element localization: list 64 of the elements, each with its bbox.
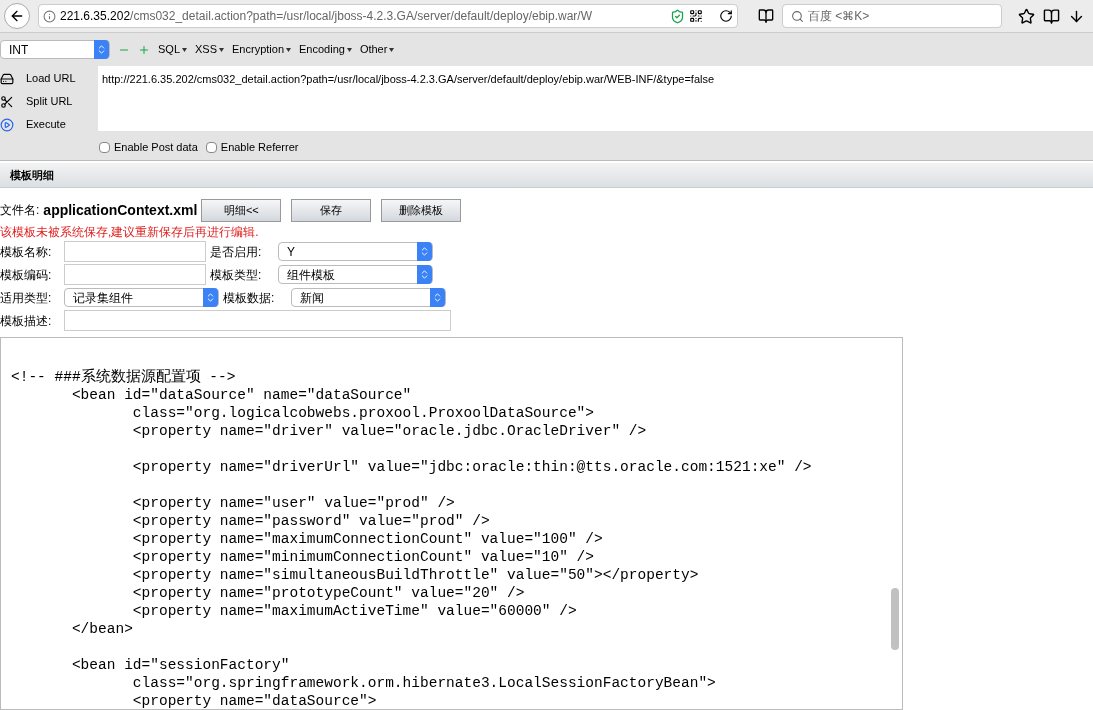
play-icon [0, 117, 14, 132]
caret-icon [182, 47, 187, 52]
plus-icon[interactable] [138, 43, 150, 56]
code-editor[interactable] [0, 337, 903, 710]
search-field[interactable]: 百度 <⌘K> [782, 4, 1002, 28]
checkbox[interactable] [205, 141, 217, 153]
checkbox-label: Enable Referrer [220, 139, 299, 155]
stepper-icon [203, 288, 218, 307]
drive-icon [0, 71, 14, 86]
field-label: 模板名称: [0, 243, 53, 261]
stepper-icon [430, 288, 445, 307]
caret-icon [286, 47, 291, 52]
field-label: 适用类型: [0, 289, 53, 307]
search-icon [791, 9, 804, 23]
select-field[interactable]: INT [0, 40, 110, 59]
select-field[interactable]: Y [278, 242, 433, 261]
scrollbar-thumb[interactable] [891, 588, 899, 650]
menu-button[interactable]: XSS [195, 41, 225, 58]
action-button[interactable]: Load URL [0, 69, 98, 88]
file-label: 文件名: [0, 202, 40, 219]
form-button[interactable]: 删除模板 [381, 198, 462, 222]
field-label: 模板编码: [0, 266, 53, 284]
reader-icon[interactable] [758, 8, 774, 24]
stepper-icon [417, 265, 432, 284]
star-icon[interactable] [1018, 7, 1035, 25]
menu-button[interactable]: Encryption [232, 41, 291, 58]
field-label: 模板类型: [210, 266, 263, 284]
menu-button[interactable]: SQL [158, 41, 187, 58]
field-label: 是否启用: [210, 243, 263, 261]
form-button[interactable]: 保存 [291, 198, 372, 222]
caret-icon [219, 47, 225, 52]
back-button[interactable] [4, 3, 30, 29]
stepper-icon [417, 242, 432, 261]
stepper-icon [94, 40, 109, 59]
url-textarea[interactable]: http://221.6.35.202/cms032_detail.action?path=/usr/local/jboss-4.2.3.GA/server/default/deploy/ebip.war/WEB-INF/&type=false [98, 66, 1093, 131]
checkbox[interactable] [99, 141, 110, 153]
action-button[interactable]: Split URL [0, 92, 98, 111]
section-header: 模板明细 [0, 163, 1093, 188]
address-bar[interactable]: 221.6.35.202/cms032_detail.action?path=/usr/local/jboss-4.2.3.GA/server/default/deploy/ebip.war/W [38, 4, 738, 28]
text-field[interactable] [64, 264, 206, 285]
action-button[interactable]: Execute [0, 115, 98, 134]
shield-icon [670, 8, 685, 24]
scissors-icon [0, 94, 14, 109]
reload-icon [719, 9, 733, 23]
field-label: 模板描述: [0, 312, 53, 330]
caret-icon [389, 47, 395, 52]
url-text: 221.6.35.202/cms032_detail.action?path=/usr/local/jboss-4.2.3.GA/server/default/deploy/ebip.war/W [60, 8, 592, 25]
info-icon [43, 9, 56, 23]
checkbox-label: Enable Post data [114, 139, 198, 155]
select-field[interactable]: 新闻 [291, 288, 446, 307]
caret-icon [346, 47, 352, 52]
form-button[interactable]: 明细<< [201, 198, 282, 222]
text-field[interactable] [64, 241, 206, 262]
description-field[interactable] [64, 310, 451, 331]
bookmarks-icon[interactable] [1043, 7, 1060, 25]
code-text: <!-- ###系统数据源配置项 --> <bean id="dataSource" name="dataSource" class="org.logicalcobwebs.proxool.ProxoolDataSource"> <property name="driver" value="oracle.jdbc.OracleDriver" /> <property name="driverUrl" value="jdbc:oracle:thin:@tts.oracle.com:1521:xe" /> <property name="user" value="prod" /> <property name="password" value="prod" /> <property name="maximumConnectionCount" value="100" /> <property name="minimumConnectionCount" value="10" /> <property name="simultaneousBuildThrottle" value="50"></property> <property name="prototypeCount" value="20" /> <property name="maximumActiveTime" value="60000" /> </bean> <bean id="sessionFactory" class="org.springframework.orm.hibernate3.LocalSessionFactoryBean"> <property name="dataSource"> [10, 367, 813, 709]
select-field[interactable]: 组件模板 [278, 265, 433, 284]
menu-button[interactable]: Encoding [299, 41, 352, 58]
field-label: 模板数据: [223, 289, 276, 307]
select-field[interactable]: 记录集组件 [64, 288, 219, 307]
warning-text: 该模板未被系统保存,建议重新保存后再进行编辑. [0, 224, 260, 240]
file-name: applicationContext.xml [43, 200, 198, 220]
qr-code-icon [689, 9, 703, 23]
menu-button[interactable]: Other [359, 41, 395, 58]
